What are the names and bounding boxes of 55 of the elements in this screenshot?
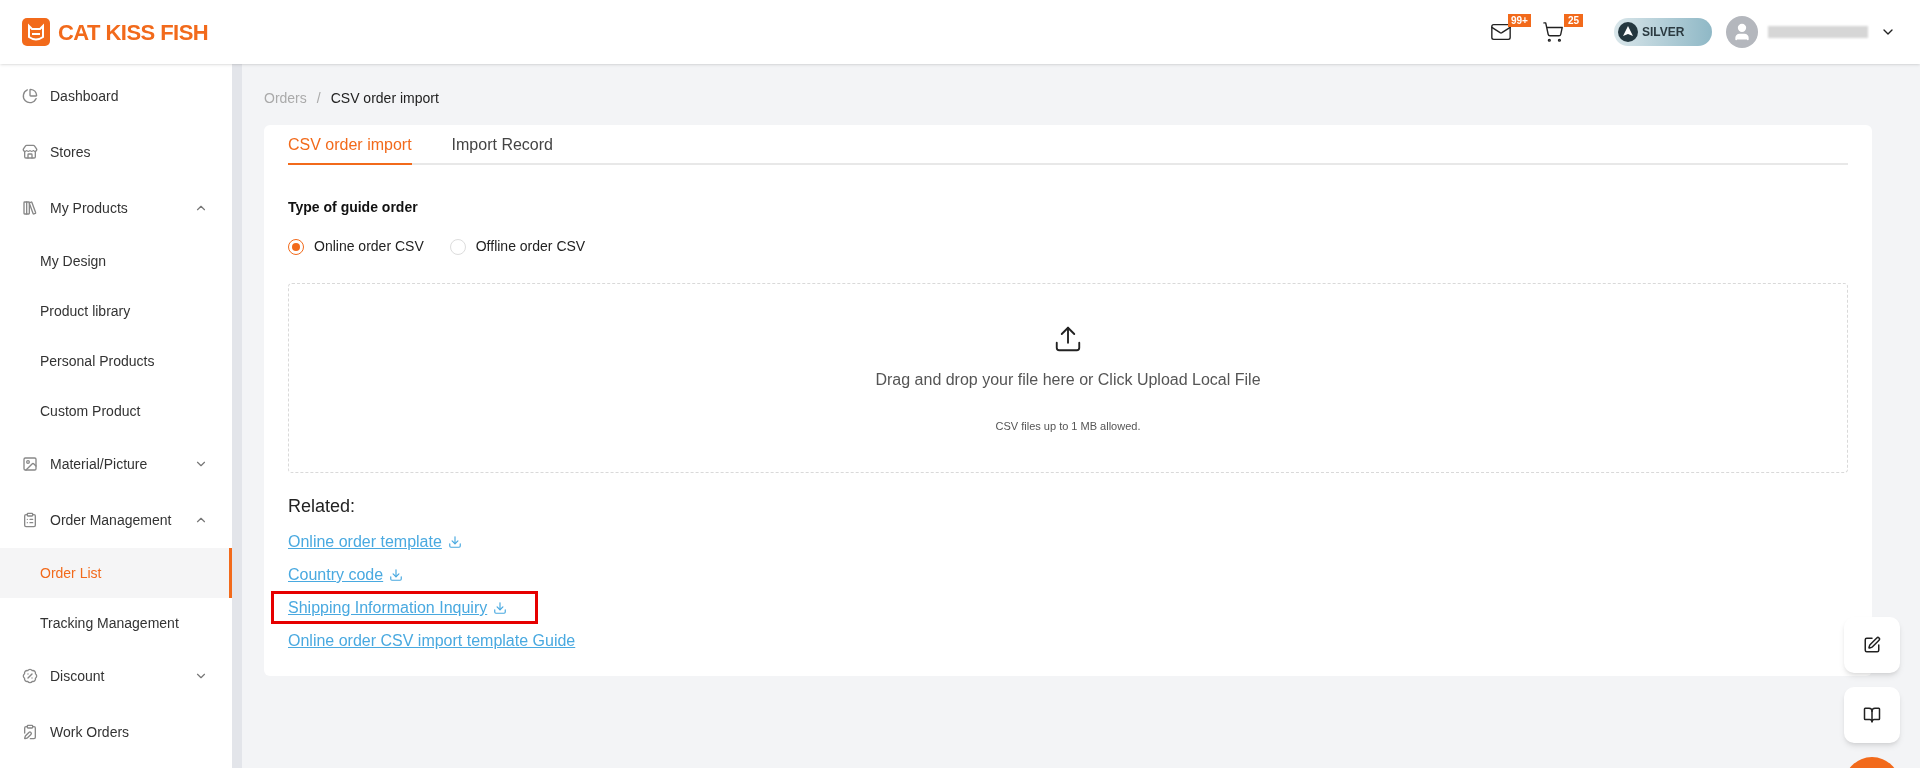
download-icon xyxy=(389,567,404,582)
pie-chart-icon xyxy=(22,88,38,104)
radio-label: Offline order CSV xyxy=(475,237,586,256)
sidebar-item[interactable]: Material/Picture xyxy=(0,436,232,492)
sidebar-subitem[interactable]: Personal Products xyxy=(0,336,232,386)
membership-badge[interactable]: SILVER xyxy=(1614,18,1712,46)
radio-option[interactable]: Offline order CSV xyxy=(449,236,586,257)
upload-dropzone[interactable]: Drag and drop your file here or Click Upload Local File CSV files up to 1 MB allowed. xyxy=(288,283,1848,473)
sidebar-label: Dashboard xyxy=(50,86,120,106)
upload-icon xyxy=(1053,324,1083,354)
triangle-emblem-icon xyxy=(1618,22,1638,42)
store-icon xyxy=(22,144,38,160)
download-icon xyxy=(493,600,508,615)
sidebar-label: Order Management xyxy=(50,510,173,530)
percent-badge-icon xyxy=(22,668,38,684)
message-count-badge: 99+ xyxy=(1508,14,1531,27)
cat-logo-icon xyxy=(22,18,50,46)
image-icon xyxy=(22,456,38,472)
clipboard-icon xyxy=(22,512,38,528)
radio-label: Online order CSV xyxy=(314,237,424,256)
related-title: Related: xyxy=(288,495,357,518)
sidebar-item[interactable]: My Products xyxy=(0,180,232,236)
sidebar-item[interactable]: Order Management xyxy=(0,492,232,548)
feedback-button[interactable] xyxy=(1844,617,1900,673)
dropzone-text: Drag and drop your file here or Click Upload Local File xyxy=(875,370,1261,390)
section-title: Type of guide order xyxy=(288,198,419,217)
sidebar-label: Stores xyxy=(50,142,92,162)
breadcrumb-current: CSV order import xyxy=(330,89,439,108)
sidebar-subitem[interactable]: Product library xyxy=(0,286,232,336)
download-icon xyxy=(447,534,462,549)
sidebar-label: Discount xyxy=(50,666,106,686)
dropzone-hint: CSV files up to 1 MB allowed. xyxy=(995,419,1141,434)
cart-icon[interactable] xyxy=(1542,21,1564,43)
sidebar-item[interactable]: Dashboard xyxy=(0,68,232,124)
sidebar-item[interactable]: Stores xyxy=(0,124,232,180)
books-icon xyxy=(22,200,38,216)
sidebar-label: Material/Picture xyxy=(50,454,149,474)
sidebar-item[interactable]: Discount xyxy=(0,648,232,704)
sidebar-label: My Products xyxy=(50,198,129,218)
sidebar-label: Work Orders xyxy=(50,722,131,742)
cart-count-badge: 25 xyxy=(1564,14,1584,27)
sidebar-subitem[interactable]: My Design xyxy=(0,236,232,286)
edit-icon xyxy=(1863,636,1881,654)
sidebar-item[interactable]: Work Orders xyxy=(0,704,232,760)
sidebar-subitem[interactable]: Custom Product xyxy=(0,386,232,436)
help-guide-button[interactable] xyxy=(1844,687,1900,743)
sidebar-subitem[interactable]: Tracking Management xyxy=(0,598,232,648)
clipboard-icon xyxy=(22,724,38,740)
mail-icon[interactable] xyxy=(1490,21,1512,43)
tier-label: SILVER xyxy=(1642,24,1685,41)
tab[interactable]: Import Record xyxy=(451,125,553,165)
book-icon xyxy=(1863,706,1881,724)
breadcrumb-separator: / xyxy=(316,89,321,108)
radio-option[interactable]: Online order CSV xyxy=(288,236,424,257)
person-icon xyxy=(1732,22,1752,42)
